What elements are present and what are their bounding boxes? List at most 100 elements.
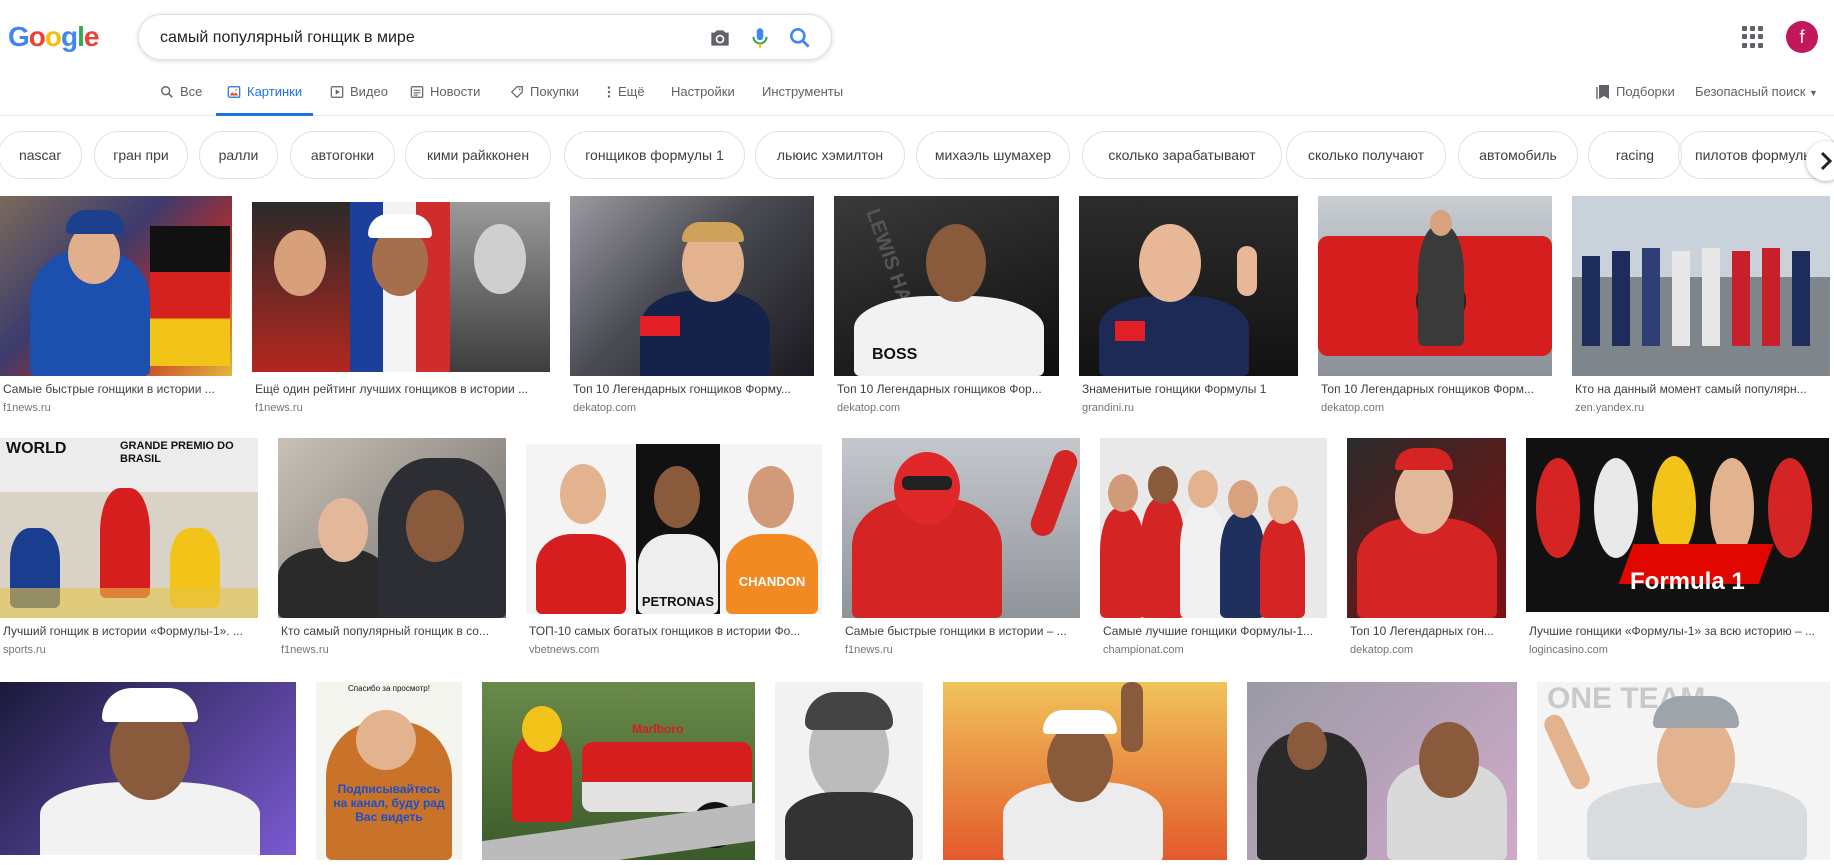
result-thumbnail[interactable]: LEWIS HAMILTON BOSS	[834, 196, 1059, 376]
search-icon[interactable]	[787, 25, 813, 51]
result-caption[interactable]: Знаменитые гонщики Формулы 1	[1082, 382, 1297, 396]
image-result[interactable]: Самые быстрые гонщики в истории – ... f1…	[842, 438, 1080, 664]
image-result[interactable]	[943, 682, 1227, 860]
result-thumbnail[interactable]	[0, 196, 232, 376]
result-caption[interactable]: Топ 10 Легендарных гонщиков Форму...	[573, 382, 813, 396]
tab-label: Новости	[430, 84, 481, 99]
chip-salary[interactable]: сколько получают	[1286, 131, 1446, 179]
image-result[interactable]: PETRONAS CHANDON ТОП-10 самых богатых го…	[526, 438, 822, 664]
logo-letter: o	[28, 21, 46, 52]
result-caption[interactable]: Самые быстрые гонщики в истории ...	[3, 382, 231, 396]
result-caption[interactable]: Ещё один рейтинг лучших гонщиков в истор…	[255, 382, 549, 396]
result-domain[interactable]: zen.yandex.ru	[1575, 402, 1644, 414]
image-result[interactable]: Спасибо за просмотр! Подписывайтесь на к…	[316, 682, 462, 860]
tab-settings[interactable]: Настройки	[671, 84, 735, 116]
image-result[interactable]: Formula 1 Лучшие гонщики «Формулы-1» за …	[1526, 438, 1829, 664]
chip-grand-prix[interactable]: гран при	[94, 131, 188, 179]
result-domain[interactable]: f1news.ru	[845, 644, 893, 656]
result-thumbnail[interactable]: Formula 1	[1526, 438, 1829, 612]
image-result[interactable]: Топ 10 Легендарных гонщиков Форму... dek…	[570, 196, 814, 422]
result-domain[interactable]: dekatop.com	[837, 402, 900, 414]
image-result[interactable]: Самые лучшие гонщики Формулы-1... champi…	[1100, 438, 1327, 664]
result-caption[interactable]: Топ 10 Легендарных гонщиков Форм...	[1321, 382, 1551, 396]
tab-video[interactable]: Видео	[330, 84, 388, 116]
chip-nascar[interactable]: nascar	[0, 131, 82, 179]
result-domain[interactable]: f1news.ru	[281, 644, 329, 656]
result-thumbnail[interactable]: WORLD GRANDE PREMIO DO BRASIL	[0, 438, 258, 618]
result-domain[interactable]: sports.ru	[3, 644, 46, 656]
result-domain[interactable]: championat.com	[1103, 644, 1184, 656]
search-box[interactable]: самый популярный гонщик в мире	[138, 14, 832, 60]
result-thumbnail[interactable]	[570, 196, 814, 376]
result-thumbnail[interactable]	[252, 202, 550, 372]
chip-autoracing[interactable]: автогонки	[290, 131, 395, 179]
image-result[interactable]: ONE TEAM	[1537, 682, 1830, 860]
image-result[interactable]	[775, 682, 923, 860]
chip-hamilton[interactable]: льюис хэмилтон	[755, 131, 905, 179]
tab-shopping[interactable]: Покупки	[510, 84, 579, 116]
result-thumbnail[interactable]	[1572, 196, 1830, 376]
result-domain[interactable]: vbetnews.com	[529, 644, 599, 656]
result-caption[interactable]: Топ 10 Легендарных гонщиков Фор...	[837, 382, 1058, 396]
image-result[interactable]	[1247, 682, 1517, 860]
result-caption[interactable]: ТОП-10 самых богатых гонщиков в истории …	[529, 624, 821, 638]
collections-link[interactable]: Подборки	[1596, 84, 1675, 100]
safe-search-link[interactable]: Безопасный поиск ▼	[1695, 84, 1818, 99]
result-caption[interactable]: Кто на данный момент самый популярн...	[1575, 382, 1829, 396]
result-domain[interactable]: f1news.ru	[255, 402, 303, 414]
image-result[interactable]: Топ 10 Легендарных гонщиков Форм... deka…	[1318, 196, 1552, 422]
chip-f1-drivers[interactable]: гонщиков формулы 1	[564, 131, 745, 179]
result-thumbnail[interactable]	[1100, 438, 1327, 618]
result-domain[interactable]: dekatop.com	[573, 402, 636, 414]
result-caption[interactable]: Самые быстрые гонщики в истории – ...	[845, 624, 1079, 638]
chips-next-button[interactable]	[1806, 141, 1834, 181]
avatar[interactable]: f	[1786, 21, 1818, 53]
google-logo[interactable]: Google	[8, 21, 99, 53]
tab-news[interactable]: Новости	[410, 84, 480, 116]
image-icon	[227, 86, 241, 98]
image-result[interactable]: LEWIS HAMILTON BOSS Топ 10 Легендарных г…	[834, 196, 1059, 422]
result-caption[interactable]: Кто самый популярный гонщик в со...	[281, 624, 505, 638]
image-result[interactable]: Топ 10 Легендарных гон... dekatop.com	[1347, 438, 1506, 664]
result-domain[interactable]: f1news.ru	[3, 402, 51, 414]
chip-racing[interactable]: racing	[1588, 131, 1682, 179]
tab-images[interactable]: Картинки	[216, 84, 314, 116]
image-result[interactable]	[0, 682, 296, 855]
result-thumbnail[interactable]	[1079, 196, 1298, 376]
result-thumbnail[interactable]	[278, 438, 506, 618]
image-result[interactable]: Marlboro	[482, 682, 755, 860]
tab-tools[interactable]: Инструменты	[762, 84, 843, 116]
result-domain[interactable]: grandini.ru	[1082, 402, 1134, 414]
chip-earnings[interactable]: сколько зарабатывают	[1082, 131, 1282, 179]
microphone-icon[interactable]	[747, 25, 773, 51]
result-caption[interactable]: Лучший гонщик в истории «Формулы-1». ...	[3, 624, 257, 638]
collections-label: Подборки	[1616, 84, 1675, 99]
camera-icon[interactable]	[707, 25, 733, 51]
result-thumbnail[interactable]: PETRONAS CHANDON	[526, 444, 822, 614]
result-caption[interactable]: Лучшие гонщики «Формулы-1» за всю истори…	[1529, 624, 1828, 638]
image-result[interactable]: WORLD GRANDE PREMIO DO BRASIL Лучший гон…	[0, 438, 258, 664]
result-thumbnail[interactable]	[1318, 196, 1552, 376]
chip-schumacher[interactable]: михаэль шумахер	[916, 131, 1070, 179]
image-result[interactable]: Кто на данный момент самый популярн... z…	[1572, 196, 1830, 422]
result-caption[interactable]: Топ 10 Легендарных гон...	[1350, 624, 1505, 638]
chip-car[interactable]: автомобиль	[1458, 131, 1578, 179]
logo-letter: l	[77, 21, 85, 52]
result-domain[interactable]: logincasino.com	[1529, 644, 1608, 656]
image-result[interactable]: Кто самый популярный гонщик в со... f1ne…	[278, 438, 506, 664]
image-result[interactable]: Знаменитые гонщики Формулы 1 grandini.ru	[1079, 196, 1298, 422]
apps-grid-icon[interactable]	[1742, 26, 1764, 48]
result-thumbnail[interactable]	[842, 438, 1080, 618]
image-text: Спасибо за просмотр!	[348, 684, 430, 693]
result-domain[interactable]: dekatop.com	[1350, 644, 1413, 656]
result-caption[interactable]: Самые лучшие гонщики Формулы-1...	[1103, 624, 1326, 638]
image-result[interactable]: Ещё один рейтинг лучших гонщиков в истор…	[252, 196, 550, 422]
search-input[interactable]: самый популярный гонщик в мире	[160, 29, 415, 47]
tab-all[interactable]: Все	[160, 84, 202, 116]
result-domain[interactable]: dekatop.com	[1321, 402, 1384, 414]
result-thumbnail[interactable]	[1347, 438, 1506, 618]
image-result[interactable]: Самые быстрые гонщики в истории ... f1ne…	[0, 196, 232, 422]
chip-rally[interactable]: ралли	[199, 131, 278, 179]
chip-kimi[interactable]: кими райкконен	[405, 131, 551, 179]
tab-more[interactable]: Ещё	[606, 84, 645, 116]
